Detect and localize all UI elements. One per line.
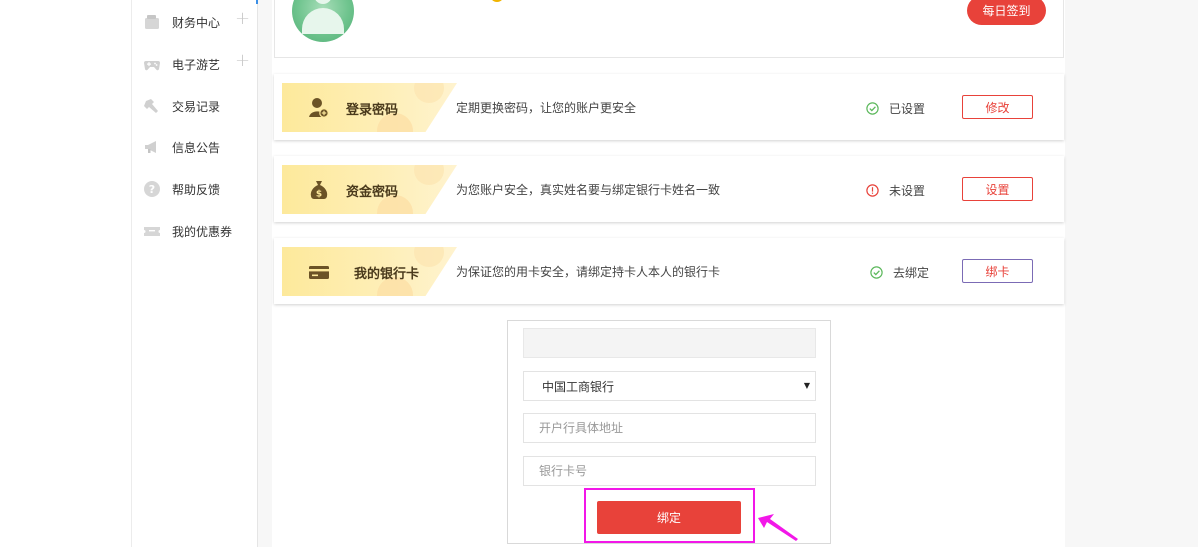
status-text: 去绑定 — [893, 266, 930, 280]
pointer-arrow-icon — [758, 514, 798, 541]
gamepad-icon — [144, 61, 160, 71]
card-number-input[interactable] — [523, 456, 816, 486]
sidebar-item-label: 电子游艺 — [172, 58, 221, 72]
security-card-bank-card: 我的银行卡 为保证您的用卡安全，请绑定持卡人本人的银行卡 去绑定 绑卡 — [274, 238, 1064, 304]
daily-sign-in-button[interactable]: 每日签到 — [967, 0, 1046, 25]
security-card-login-password: 登录密码 定期更换密码，让您的账户更安全 已设置 修改 — [274, 74, 1064, 140]
avatar[interactable] — [292, 0, 354, 42]
set-fund-password-button[interactable]: 设置 — [962, 177, 1033, 201]
status-badge: 已设置 — [866, 100, 925, 117]
ticket-icon — [144, 227, 160, 236]
card-description: 为您账户安全，真实姓名要与绑定银行卡姓名一致 — [456, 183, 721, 197]
sidebar-item-egames[interactable]: 电子游艺 + — [132, 49, 258, 79]
sidebar-item-announcements[interactable]: 信息公告 — [132, 132, 258, 162]
card-description: 为保证您的用卡安全，请绑定持卡人本人的银行卡 — [456, 265, 721, 279]
card-title: 登录密码 — [346, 103, 399, 118]
avatar-head — [314, 0, 332, 4]
caret-down-icon: ▼ — [803, 381, 810, 390]
megaphone-icon — [145, 141, 156, 153]
sidebar-item-label: 信息公告 — [172, 141, 221, 155]
help-icon: ? — [144, 181, 160, 197]
sidebar-item-coupons[interactable]: 我的优惠券 — [132, 216, 258, 246]
sidebar-item-label: 财务中心 — [172, 16, 221, 30]
svg-text:?: ? — [149, 183, 155, 196]
card-banner: $ 资金密码 — [282, 165, 457, 214]
card-description: 定期更换密码，让您的账户更安全 — [456, 101, 637, 115]
card-banner: 我的银行卡 — [282, 247, 457, 296]
card-title: 资金密码 — [346, 185, 399, 200]
status-badge: 未设置 — [866, 182, 925, 199]
status-badge: 去绑定 — [870, 264, 929, 281]
main-content: 每日签到 登录密码 定期更换密码，让您的账户更安全 已设置 修改 $ 资金密码 … — [258, 0, 1198, 547]
profile-card: 每日签到 — [274, 0, 1064, 58]
money-bag-icon: $ — [310, 181, 328, 200]
bind-card-form: 中国工商银行 ▼ 绑定 — [507, 320, 831, 544]
status-text: 未设置 — [889, 184, 926, 198]
status-text: 已设置 — [889, 102, 926, 116]
sidebar-item-label: 我的优惠券 — [172, 225, 233, 239]
submit-bind-button[interactable]: 绑定 — [597, 501, 741, 534]
card-title: 我的银行卡 — [354, 267, 420, 282]
check-circle-icon — [866, 102, 879, 115]
sidebar: 财务中心 + 电子游艺 + 交易记录 信息公告 ? 帮助反馈 我的优惠券 — [131, 0, 258, 547]
expand-plus-icon[interactable]: + — [235, 10, 250, 28]
bank-card-icon — [309, 266, 329, 279]
sidebar-item-finance[interactable]: 财务中心 + — [132, 7, 258, 37]
coin-icon — [490, 0, 504, 2]
security-card-fund-password: $ 资金密码 为您账户安全，真实姓名要与绑定银行卡姓名一致 未设置 设置 — [274, 156, 1064, 222]
sidebar-item-label: 交易记录 — [172, 100, 221, 114]
alert-circle-icon — [866, 184, 879, 197]
branch-address-input[interactable] — [523, 413, 816, 443]
bank-select[interactable]: 中国工商银行 ▼ — [523, 371, 816, 401]
bind-card-button[interactable]: 绑卡 — [962, 259, 1033, 283]
bank-select-value: 中国工商银行 — [542, 379, 615, 394]
sidebar-item-transactions[interactable]: 交易记录 — [132, 91, 258, 121]
wallet-icon — [145, 15, 159, 29]
cardholder-name-field[interactable] — [523, 328, 816, 358]
expand-plus-icon[interactable]: + — [235, 52, 250, 70]
user-add-icon — [309, 98, 329, 118]
svg-text:$: $ — [316, 190, 322, 200]
check-circle-icon — [870, 266, 883, 279]
sidebar-item-label: 帮助反馈 — [172, 183, 221, 197]
hammer-icon — [144, 99, 158, 113]
change-password-button[interactable]: 修改 — [962, 95, 1033, 119]
card-banner: 登录密码 — [282, 83, 457, 132]
avatar-body — [302, 8, 344, 34]
sidebar-item-help[interactable]: ? 帮助反馈 — [132, 174, 258, 204]
